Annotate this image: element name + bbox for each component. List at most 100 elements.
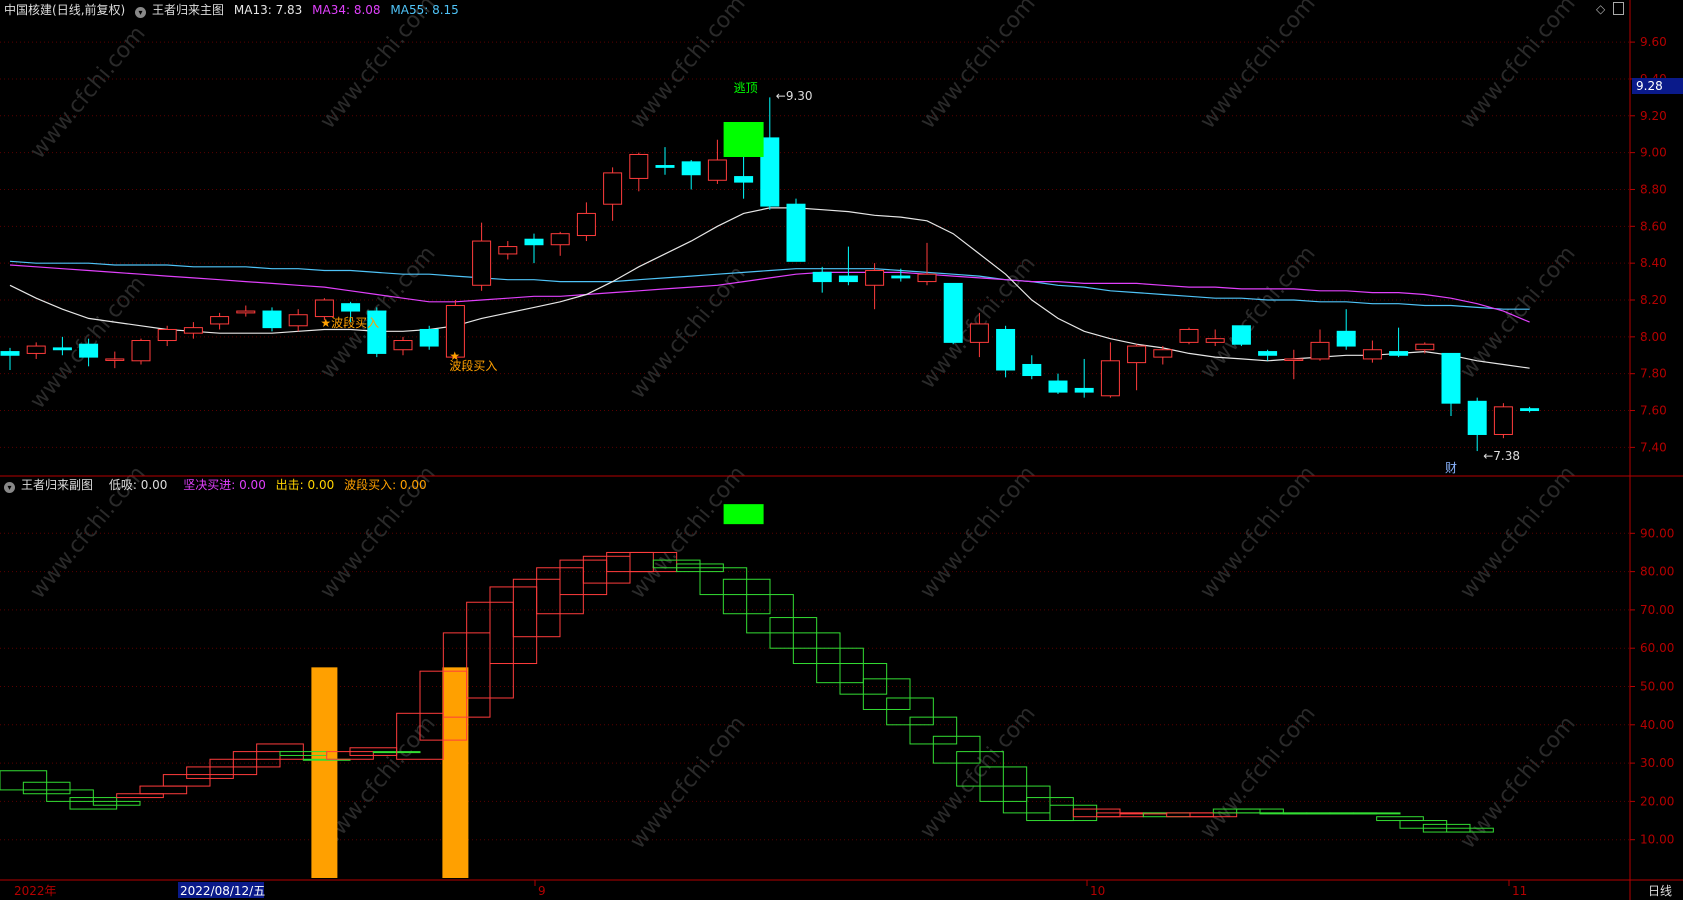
candle-up[interactable] [1100, 360, 1120, 397]
candle-down[interactable] [786, 203, 806, 262]
buy-signal-label: 波段买入 [449, 358, 497, 373]
candle-up[interactable] [183, 327, 203, 334]
main-y-tick-label: 9.60 [1640, 35, 1667, 49]
candle-up[interactable] [236, 310, 256, 314]
main-y-tick-label: 8.40 [1640, 256, 1667, 270]
boduan-buy-bar[interactable] [311, 667, 338, 878]
candle-down[interactable] [1074, 387, 1094, 393]
main-y-tick-label: 8.20 [1640, 293, 1667, 307]
candle-up[interactable] [1205, 338, 1225, 343]
candle-down[interactable] [1441, 352, 1461, 404]
candle-down[interactable] [341, 303, 361, 312]
escape-top-marker[interactable] [723, 504, 764, 525]
candle-up[interactable] [707, 159, 727, 181]
candle-up[interactable] [1179, 328, 1199, 343]
instrument-name[interactable]: 中国核建 [4, 3, 52, 17]
watermark-text: www.cfchi.com [1195, 241, 1320, 383]
main-y-tick-label: 7.60 [1640, 404, 1667, 418]
main-y-tick-label: 9.00 [1640, 146, 1667, 160]
main-indicator-name[interactable]: 王者归来主图 [152, 3, 224, 17]
candle-down[interactable] [655, 165, 675, 168]
candle-up[interactable] [1362, 349, 1382, 360]
candle-down[interactable] [419, 328, 439, 347]
candle-down[interactable] [524, 238, 544, 246]
boduan-buy-bar[interactable] [442, 667, 469, 878]
sub-y-tick-label: 70.00 [1640, 603, 1674, 617]
candle-up[interactable] [629, 153, 649, 179]
month-label-9: 9 [538, 884, 546, 898]
candle-down[interactable] [79, 343, 99, 358]
candlesticks[interactable] [0, 97, 1540, 452]
panel-toggle-icon[interactable] [1613, 2, 1625, 15]
watermark-text: www.cfchi.com [1195, 461, 1320, 603]
candle-down[interactable] [1022, 363, 1042, 377]
candle-down[interactable] [681, 161, 701, 176]
candle-down[interactable] [1258, 351, 1278, 356]
candle-up[interactable] [550, 233, 570, 246]
high-price-label: ←9.30 [776, 89, 813, 103]
watermark-text: www.cfchi.com [1455, 241, 1580, 383]
watermark-text: www.cfchi.com [1455, 0, 1580, 134]
current-price-tag: 9.28 [1632, 78, 1683, 94]
watermark-text: www.cfchi.com [1195, 0, 1320, 134]
stock-chart[interactable]: www.cfchi.com www.cfchi.com www.cfchi.com w… [0, 0, 1683, 900]
sub-indicator-settings-icon[interactable]: ▾ [4, 482, 15, 493]
candle-up[interactable] [472, 240, 492, 286]
candle-up[interactable] [498, 246, 518, 255]
indicator-settings-icon[interactable]: ▾ [135, 7, 147, 18]
main-y-tick-label: 8.80 [1640, 182, 1667, 196]
candle-up[interactable] [157, 328, 177, 342]
candle-down[interactable] [734, 176, 754, 183]
candle-up[interactable] [288, 314, 308, 327]
month-label-11: 11 [1512, 884, 1527, 898]
watermark-layer: www.cfchi.com www.cfchi.com www.cfchi.com w… [25, 0, 1580, 854]
candle-down[interactable] [1048, 380, 1068, 393]
candle-up[interactable] [393, 340, 413, 351]
candle-up[interactable] [210, 316, 230, 325]
grid-lines [0, 41, 1630, 841]
candle-down[interactable] [1231, 325, 1251, 345]
candle-down[interactable] [838, 275, 858, 283]
candle-up[interactable] [1493, 406, 1513, 435]
candle-down[interactable] [52, 347, 72, 351]
oscillator-box-up[interactable] [116, 793, 164, 799]
candle-up[interactable] [917, 273, 937, 283]
candle-up[interactable] [131, 340, 151, 362]
candle-up[interactable] [865, 270, 885, 286]
candle-up[interactable] [1153, 349, 1173, 358]
candle-up[interactable] [576, 212, 596, 237]
candle-up[interactable] [1310, 341, 1330, 360]
sub-chart[interactable] [0, 504, 1494, 878]
oscillator-box-down[interactable] [1352, 812, 1401, 815]
candle-up[interactable] [1127, 345, 1147, 364]
candle-down[interactable] [891, 275, 911, 279]
escape-top-label: 逃顶 [734, 81, 758, 95]
oscillator-box-down[interactable] [1376, 816, 1424, 822]
candle-down[interactable] [996, 328, 1016, 371]
period-label: (日线,前复权) [52, 3, 126, 17]
candle-up[interactable] [1415, 343, 1435, 351]
diamond-icon[interactable]: ◇ [1596, 2, 1605, 16]
candle-down[interactable] [812, 271, 832, 283]
sub-chart-header: ▾ 王者归来副图 低吸: 0.00 坚决买进: 0.00 出击: 0.00 波段买… [4, 476, 433, 494]
candle-down[interactable] [262, 310, 282, 329]
candle-down[interactable] [1389, 351, 1409, 356]
candle-down[interactable] [1520, 408, 1540, 412]
candle-down[interactable] [943, 282, 963, 343]
candle-up[interactable] [969, 323, 989, 343]
candle-up[interactable] [314, 299, 334, 318]
candle-down[interactable] [1467, 400, 1487, 435]
candle-up[interactable] [603, 172, 623, 205]
period-button[interactable]: 日线 [1648, 884, 1672, 898]
candle-down[interactable] [0, 351, 20, 356]
cursor-date-label: 2022/08/12/五 [180, 884, 265, 898]
window-controls: ◇ [1596, 2, 1625, 16]
sub-indicator-name[interactable]: 王者归来副图 [21, 478, 93, 492]
candle-up[interactable] [26, 345, 46, 354]
ma55-value: MA55: 8.15 [390, 3, 459, 17]
candle-down[interactable] [1336, 330, 1356, 347]
candle-up[interactable] [1284, 358, 1304, 361]
price-axes: 7.40 7.60 7.80 8.00 8.20 8.40 8.60 8.80 9.00 9.20… [0, 0, 1683, 900]
oscillator-box-up[interactable] [139, 785, 188, 795]
candle-up[interactable] [105, 358, 125, 361]
